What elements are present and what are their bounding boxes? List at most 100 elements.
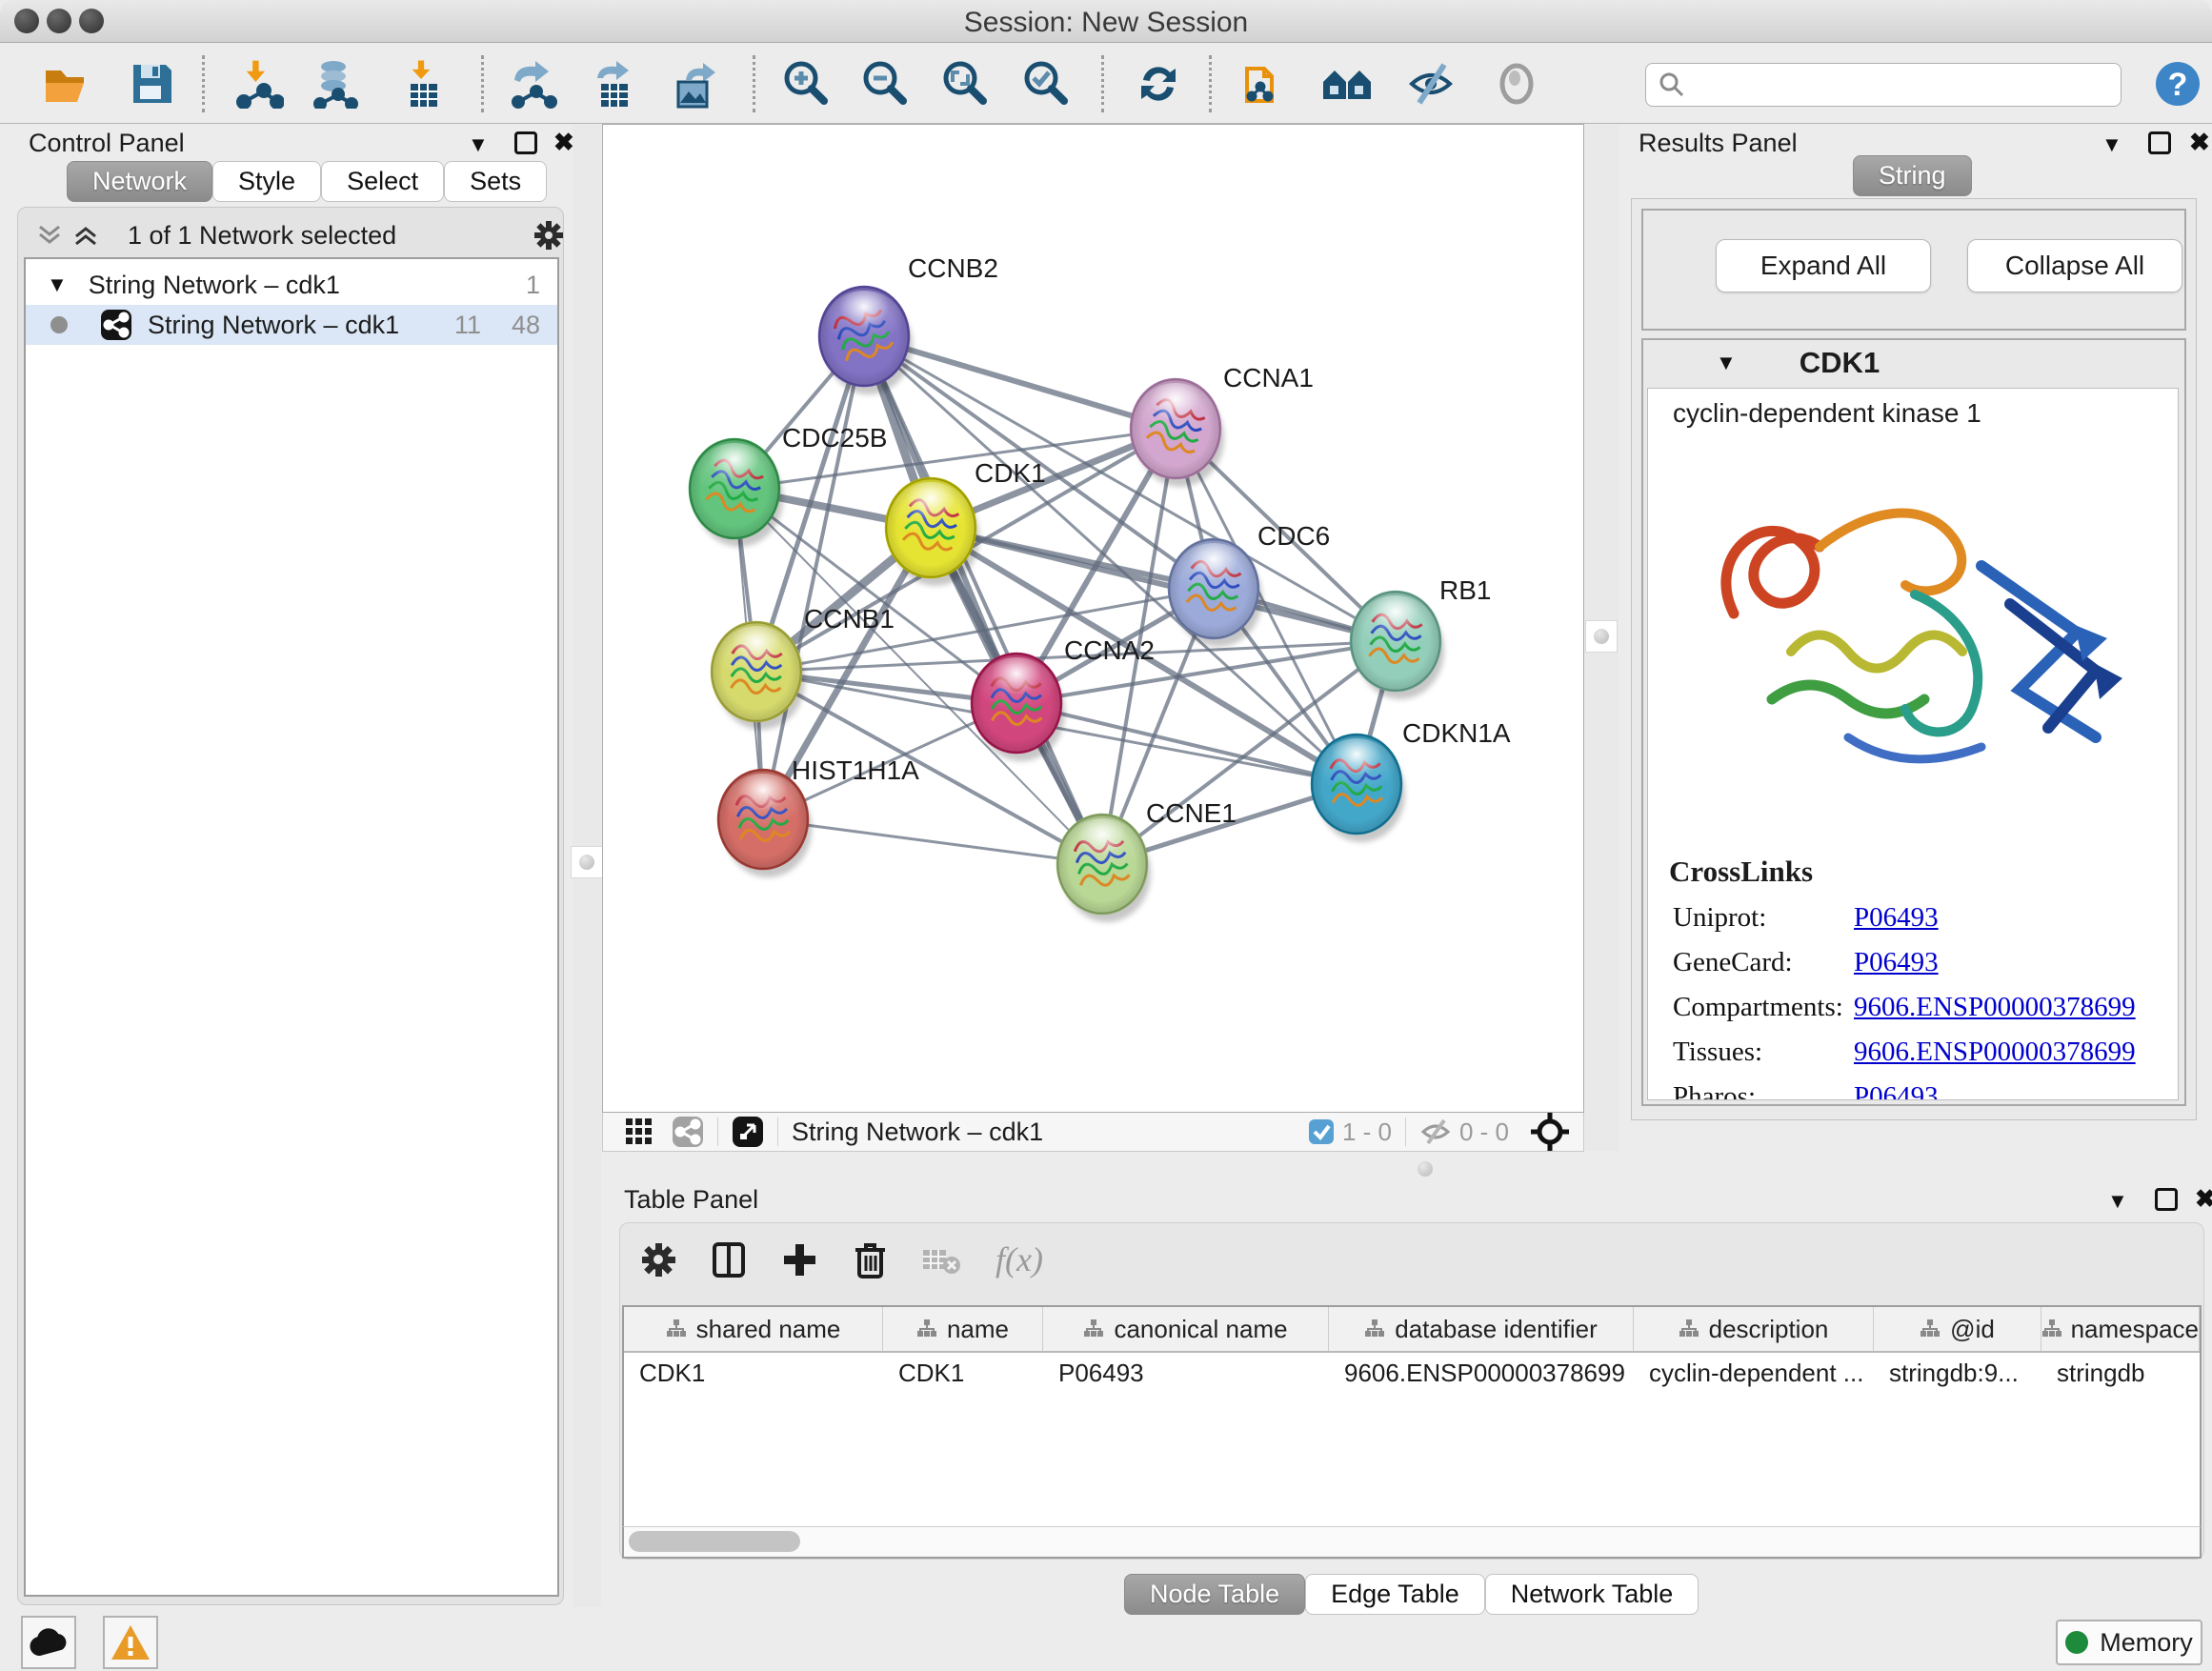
column-header[interactable]: canonical name [1043, 1307, 1329, 1351]
network-row[interactable]: String Network – cdk1 11 48 [26, 305, 557, 345]
network-edge[interactable] [763, 819, 1102, 864]
export-image-button[interactable] [669, 57, 722, 111]
tab-network[interactable]: Network [67, 161, 212, 202]
network-node-hist1h1a[interactable]: HIST1H1A [718, 755, 919, 877]
table-cell[interactable]: CDK1 [624, 1353, 883, 1395]
collapse-all-icon[interactable] [35, 221, 64, 250]
show-all-button[interactable] [1490, 57, 1543, 111]
network-edge[interactable] [763, 336, 864, 819]
tab-edge-table[interactable]: Edge Table [1305, 1574, 1485, 1615]
close-panel-icon[interactable]: ✖ [2195, 1186, 2212, 1211]
node-label: CDK1 [975, 458, 1046, 488]
network-collection-row[interactable]: ▼ String Network – cdk1 1 [26, 265, 557, 305]
node-table[interactable]: shared namenamecanonical namedatabase id… [622, 1305, 2202, 1526]
search-input[interactable] [1686, 70, 2096, 100]
tab-string[interactable]: String [1853, 155, 1972, 196]
zoom-fit-button[interactable] [937, 57, 991, 111]
network-graph[interactable]: CCNB2CCNA1CDC25BCDK1CDC6RB1CCNB1CCNA2CDK… [603, 125, 1583, 1112]
import-table-button[interactable] [397, 57, 451, 111]
tab-node-table[interactable]: Node Table [1124, 1574, 1305, 1615]
panel-menu-icon[interactable]: ▼ [468, 132, 489, 157]
import-network-database-button[interactable] [307, 57, 360, 111]
column-header[interactable]: namespace [2041, 1307, 2200, 1351]
network-node-rb1[interactable]: RB1 [1351, 575, 1491, 699]
refresh-button[interactable] [1132, 57, 1185, 111]
table-cell[interactable]: stringdb [2041, 1353, 2200, 1395]
tree-expander-icon[interactable]: ▼ [47, 272, 68, 297]
grid-view-icon[interactable] [624, 1117, 654, 1147]
fit-selected-icon[interactable] [1530, 1112, 1570, 1152]
export-table-button[interactable] [588, 57, 641, 111]
help-button[interactable]: ? [2151, 57, 2204, 111]
close-panel-icon[interactable]: ✖ [553, 130, 574, 154]
network-node-ccna1[interactable]: CCNA1 [1131, 363, 1314, 487]
network-node-cdc6[interactable]: CDC6 [1169, 521, 1330, 647]
table-cell[interactable]: P06493 [1043, 1353, 1329, 1395]
zoom-in-button[interactable] [778, 57, 832, 111]
panel-menu-icon[interactable]: ▼ [2101, 132, 2122, 157]
crosslink-link[interactable]: P06493 [1854, 902, 1939, 934]
close-panel-icon[interactable]: ✖ [2189, 130, 2210, 154]
tab-style[interactable]: Style [212, 161, 321, 202]
network-view-canvas[interactable]: CCNB2CCNA1CDC25BCDK1CDC6RB1CCNB1CCNA2CDK… [602, 124, 1584, 1113]
float-panel-icon[interactable] [2155, 1188, 2178, 1211]
memory-button[interactable]: Memory [2056, 1620, 2202, 1665]
float-panel-icon[interactable] [514, 131, 537, 154]
crosslink-link[interactable]: P06493 [1854, 947, 1939, 978]
panel-menu-icon[interactable]: ▼ [2107, 1189, 2128, 1214]
table-row[interactable]: CDK1CDK1P064939606.ENSP00000378699cyclin… [624, 1353, 2200, 1395]
string-network-icon [100, 309, 132, 341]
cloud-status-button[interactable] [21, 1616, 76, 1669]
gear-icon[interactable] [639, 1240, 677, 1278]
first-neighbors-button[interactable] [1321, 57, 1375, 111]
tab-network-table[interactable]: Network Table [1485, 1574, 1699, 1615]
save-session-button[interactable] [126, 57, 179, 111]
tab-sets[interactable]: Sets [444, 161, 547, 202]
collapse-all-button[interactable]: Collapse All [1967, 239, 2182, 292]
birdseye-toggle-icon[interactable] [732, 1116, 764, 1148]
crosslink-link[interactable]: 9606.ENSP00000378699 [1854, 1037, 2136, 1068]
new-network-from-selection-button[interactable] [1237, 57, 1291, 111]
delete-column-icon[interactable] [851, 1240, 889, 1278]
tab-select[interactable]: Select [321, 161, 444, 202]
column-header[interactable]: database identifier [1329, 1307, 1634, 1351]
zoom-selected-button[interactable] [1018, 57, 1072, 111]
select-columns-icon[interactable] [710, 1240, 748, 1278]
table-cell[interactable]: cyclin-dependent ... [1634, 1353, 1874, 1395]
horizontal-scrollbar[interactable] [622, 1526, 2202, 1559]
selected-checkbox-icon[interactable] [1308, 1118, 1335, 1145]
table-cell[interactable]: CDK1 [883, 1353, 1043, 1395]
float-panel-icon[interactable] [2148, 131, 2171, 154]
gene-section-header[interactable]: ▼ CDK1 [1643, 340, 2184, 386]
export-network-button[interactable] [507, 57, 560, 111]
table-header-row: shared namenamecanonical namedatabase id… [624, 1307, 2200, 1353]
warning-status-button[interactable] [103, 1616, 158, 1669]
expand-all-button[interactable]: Expand All [1716, 239, 1931, 292]
column-header[interactable]: description [1634, 1307, 1874, 1351]
crosslink-link[interactable]: 9606.ENSP00000378699 [1854, 992, 2136, 1023]
hide-selected-button[interactable] [1404, 57, 1458, 111]
network-node-ccne1[interactable]: CCNE1 [1057, 798, 1237, 922]
import-network-file-button[interactable] [232, 57, 286, 111]
column-header[interactable]: name [883, 1307, 1043, 1351]
column-header[interactable]: @id [1874, 1307, 2041, 1351]
table-panel: Table Panel ▼ ✖ [602, 1172, 2212, 1620]
scrollbar-thumb[interactable] [629, 1531, 800, 1552]
section-expander-icon[interactable]: ▼ [1716, 351, 1737, 375]
string-view-icon[interactable] [672, 1116, 704, 1148]
network-node-ccnb2[interactable]: CCNB2 [819, 253, 998, 394]
column-header[interactable]: shared name [624, 1307, 883, 1351]
table-cell[interactable]: stringdb:9... [1874, 1353, 2041, 1395]
add-column-icon[interactable] [780, 1240, 818, 1278]
open-session-button[interactable] [40, 57, 93, 111]
network-node-cdkn1a[interactable]: CDKN1A [1312, 718, 1511, 842]
zoom-selected-icon [1020, 59, 1070, 109]
expand-all-icon[interactable] [71, 221, 100, 250]
gear-icon[interactable] [533, 219, 565, 252]
zoom-out-button[interactable] [857, 57, 911, 111]
table-cell[interactable]: 9606.ENSP00000378699 [1329, 1353, 1634, 1395]
gene-details: cyclin-dependent kinase 1 [1647, 388, 2179, 1100]
crosslink-link[interactable]: P06493 [1854, 1081, 1939, 1100]
right-splitter-handle[interactable] [1585, 620, 1618, 653]
left-splitter-handle[interactable] [571, 846, 603, 878]
